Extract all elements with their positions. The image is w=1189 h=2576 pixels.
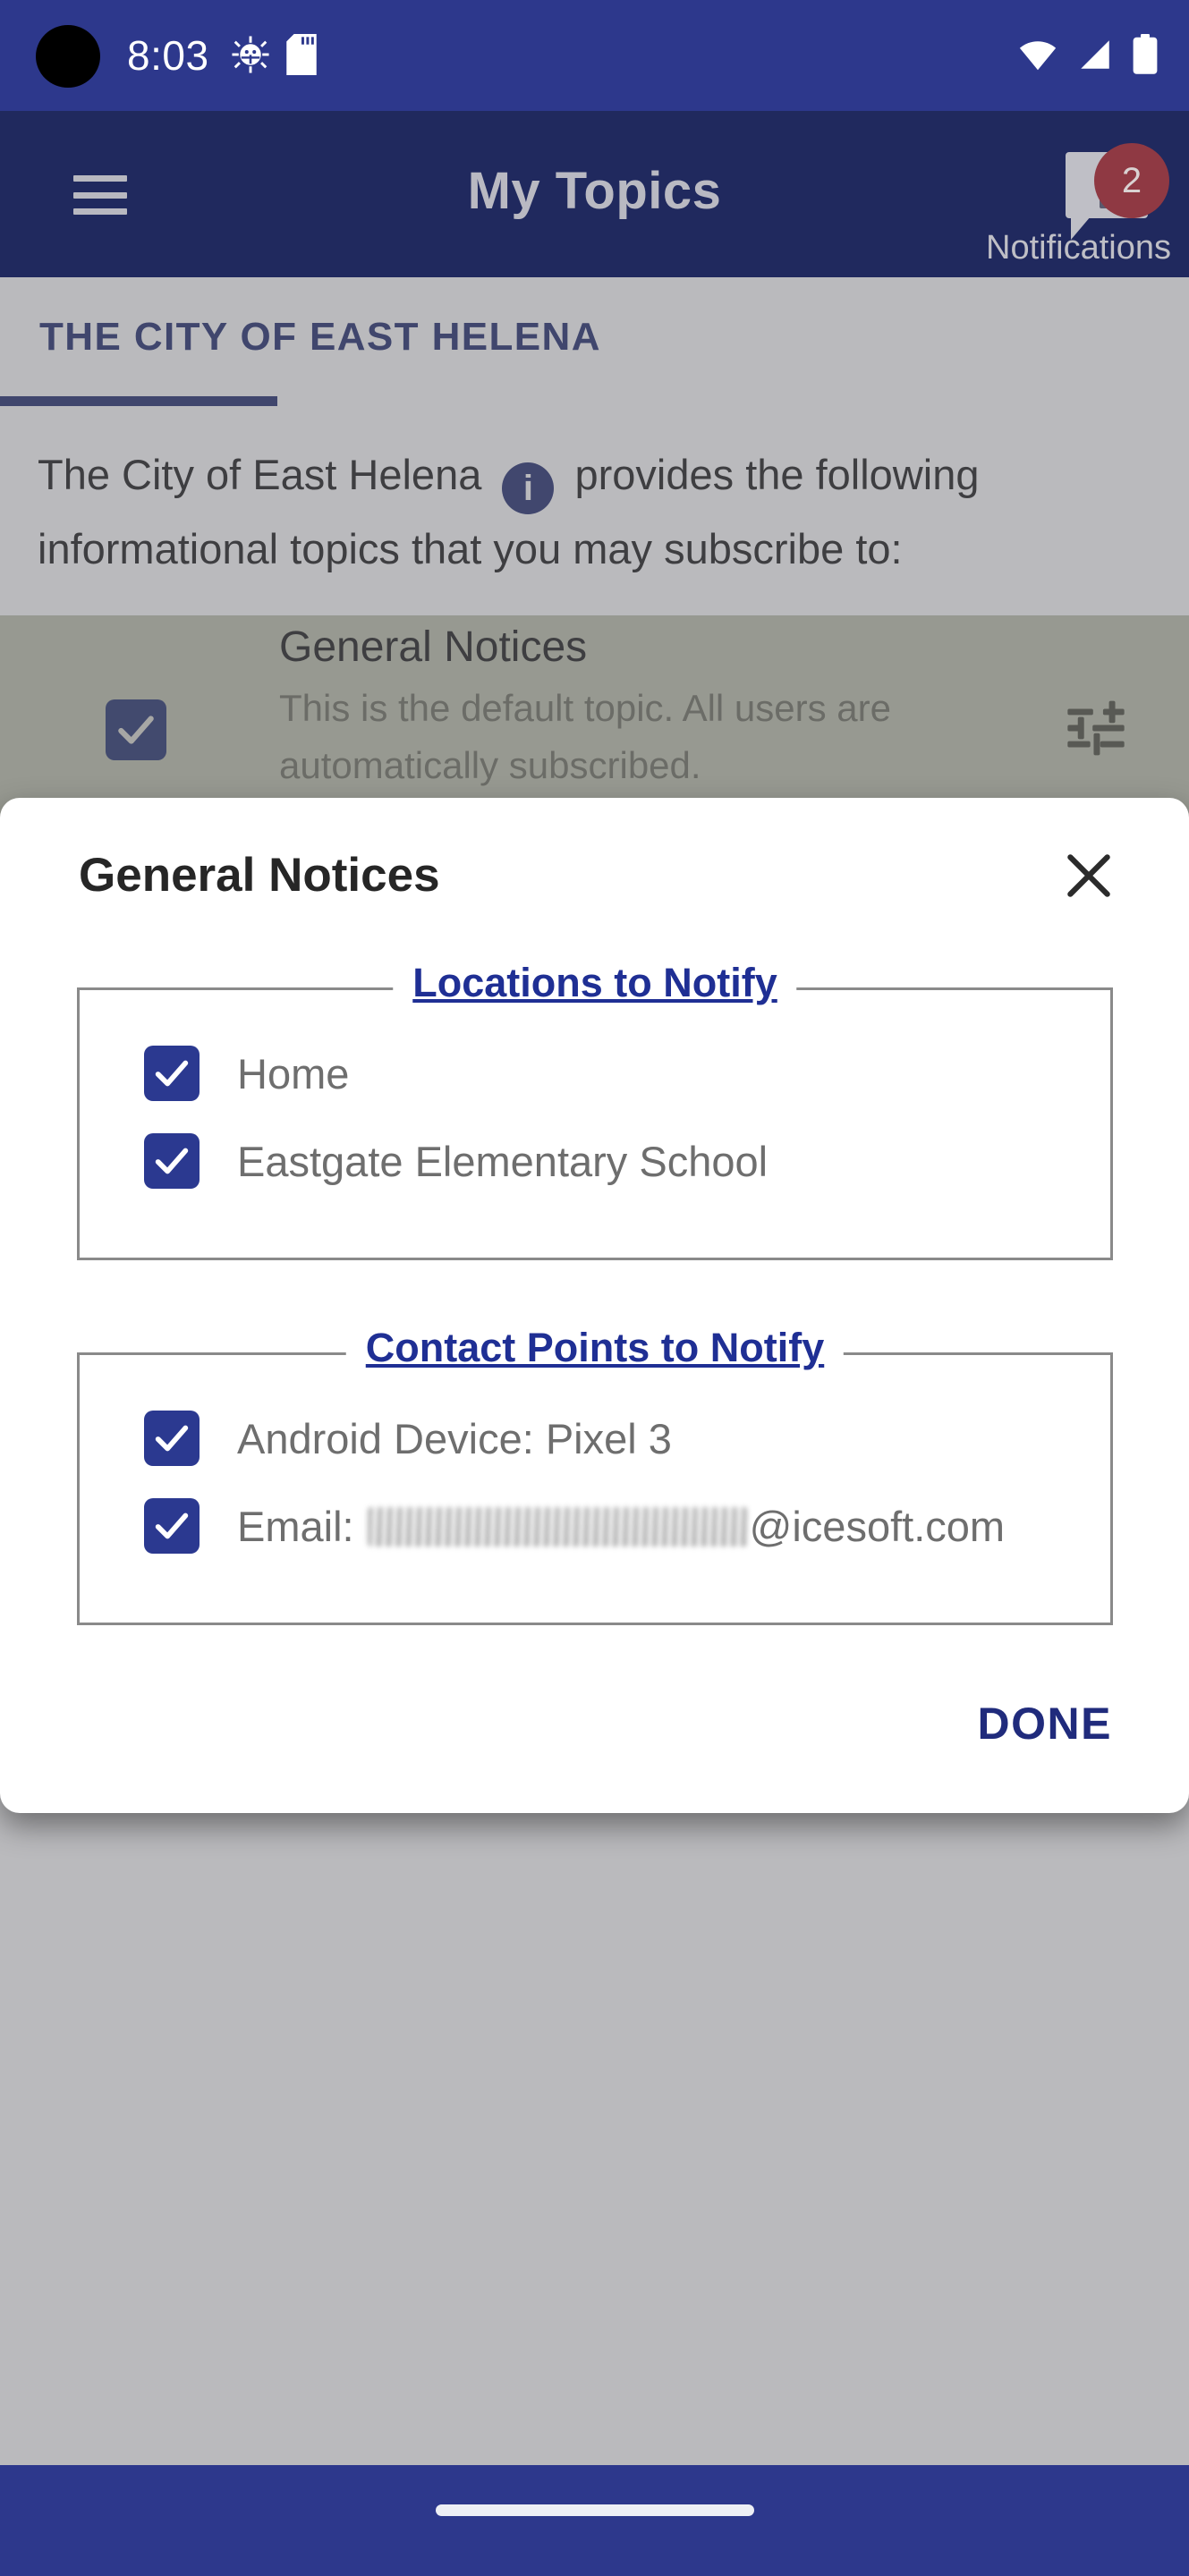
tune-sliders-icon[interactable] — [1062, 694, 1130, 762]
topic-title: General Notices — [279, 623, 588, 671]
location-item-home[interactable]: Home — [144, 1046, 349, 1101]
camera-cutout-icon — [36, 25, 100, 88]
contact-email-checkbox[interactable] — [144, 1498, 200, 1554]
location-item-eastgate[interactable]: Eastgate Elementary School — [144, 1133, 768, 1189]
battery-icon — [1133, 34, 1158, 74]
home-gesture-pill[interactable] — [435, 2504, 754, 2516]
locations-legend: Locations to Notify — [393, 960, 797, 1006]
contact-item-email[interactable]: Email: @icesoft.com — [144, 1498, 1005, 1554]
contact-points-legend: Contact Points to Notify — [345, 1325, 845, 1371]
notifications-label: Notifications — [986, 229, 1171, 267]
topic-settings-dialog — [0, 798, 1189, 1813]
location-eastgate-label: Eastgate Elementary School — [237, 1137, 769, 1185]
navigation-bar — [0, 2465, 1189, 2576]
status-bar-right-icons — [1017, 34, 1159, 75]
app-bar: My Topics 2 Notifications — [0, 111, 1189, 277]
notification-count-badge: 2 — [1094, 143, 1169, 218]
phone-screen: THE CITY OF EAST HELENA The City of East… — [0, 0, 1189, 2576]
close-x-icon — [1067, 854, 1110, 897]
description-text-before: The City of East Helena — [38, 451, 482, 498]
email-prefix: Email: — [237, 1502, 354, 1550]
status-bar: 8:03 — [0, 0, 1189, 111]
status-bar-left-icons — [231, 34, 317, 75]
sd-card-icon — [286, 34, 317, 75]
tab-active-indicator — [0, 396, 277, 406]
cell-signal-icon — [1081, 40, 1109, 69]
notifications-button[interactable]: 2 Notifications — [931, 143, 1173, 267]
tab-bar: THE CITY OF EAST HELENA — [0, 277, 1189, 406]
email-redacted-username — [367, 1506, 748, 1546]
checkmark-icon — [155, 1148, 189, 1174]
page-description: The City of East Helena i provides the f… — [38, 440, 1156, 584]
contact-email-label: Email: @icesoft.com — [237, 1502, 1005, 1551]
contact-android-checkbox[interactable] — [144, 1411, 200, 1466]
wifi-icon — [1019, 41, 1057, 71]
info-icon[interactable]: i — [502, 462, 555, 514]
checkmark-icon — [155, 1425, 189, 1452]
topic-subtitle: This is the default topic. All users are… — [279, 687, 891, 786]
contact-item-android-device[interactable]: Android Device: Pixel 3 — [144, 1411, 672, 1466]
checkmark-icon — [118, 716, 154, 744]
android-debug-icon — [232, 36, 269, 73]
close-button[interactable] — [1061, 848, 1117, 903]
done-button[interactable]: DONE — [978, 1698, 1112, 1750]
location-eastgate-checkbox[interactable] — [144, 1133, 200, 1189]
tab-city-of-east-helena[interactable]: THE CITY OF EAST HELENA — [39, 315, 601, 360]
email-domain: @icesoft.com — [749, 1502, 1006, 1550]
topic-checkbox[interactable] — [106, 699, 166, 760]
location-home-label: Home — [237, 1049, 350, 1097]
location-home-checkbox[interactable] — [144, 1046, 200, 1101]
notification-bell-icon: 2 — [1048, 143, 1173, 240]
locations-fieldset: Locations to Notify Home Eastgate Elemen… — [77, 960, 1113, 1260]
checkmark-icon — [155, 1513, 189, 1539]
dialog-title: General Notices — [79, 849, 440, 902]
contact-points-fieldset: Contact Points to Notify Android Device:… — [77, 1325, 1113, 1625]
checkmark-icon — [155, 1060, 189, 1087]
contact-android-label: Android Device: Pixel 3 — [237, 1414, 672, 1462]
status-bar-clock: 8:03 — [127, 32, 209, 79]
